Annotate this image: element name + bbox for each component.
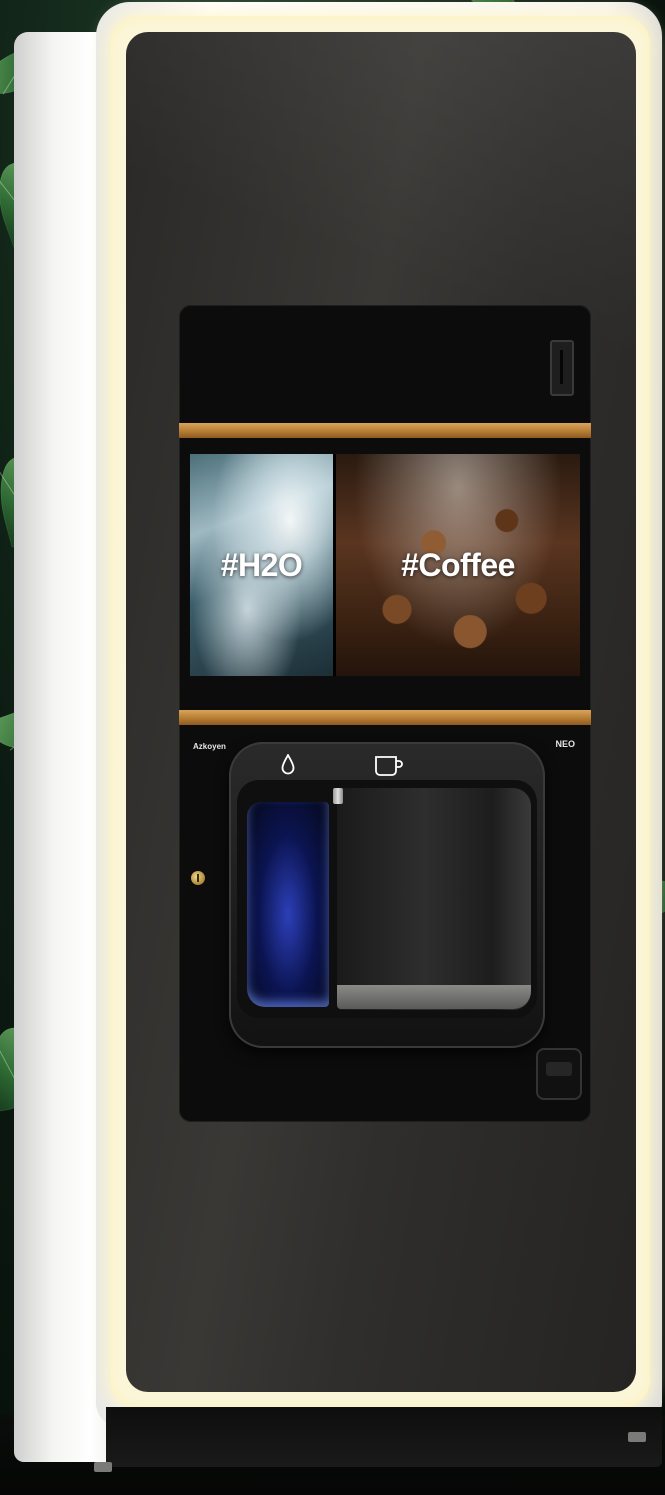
water-nozzle	[333, 788, 343, 804]
coffee-tile[interactable]: #Coffee	[336, 454, 580, 676]
h2o-tile-label: #H2O	[220, 546, 303, 583]
machine-foot	[628, 1432, 646, 1442]
brass-trim-top	[179, 423, 591, 438]
dispense-chamber	[237, 780, 537, 1018]
water-dispense-bay[interactable]	[247, 802, 329, 1007]
door-lock[interactable]	[191, 871, 205, 885]
drip-tray	[337, 985, 531, 1009]
coin-return-slot[interactable]	[536, 1048, 582, 1100]
brass-trim-bottom	[179, 710, 591, 725]
water-drop-icon	[281, 754, 295, 775]
machine-base	[106, 1407, 662, 1467]
touch-screen[interactable]: #H2O #Coffee	[190, 454, 580, 676]
control-panel: #H2O #Coffee Azkoyen NEO	[179, 305, 591, 1122]
machine-foot	[94, 1462, 112, 1472]
dispensing-area	[229, 742, 545, 1048]
brand-logo-right: NEO	[555, 739, 575, 749]
coin-slot[interactable]	[550, 340, 574, 396]
cup-dispense-bay[interactable]	[337, 788, 531, 1010]
coffee-tile-label: #Coffee	[401, 546, 515, 583]
brand-logo-left: Azkoyen	[193, 742, 226, 751]
cup-icon	[375, 756, 403, 776]
h2o-tile[interactable]: #H2O	[190, 454, 333, 676]
